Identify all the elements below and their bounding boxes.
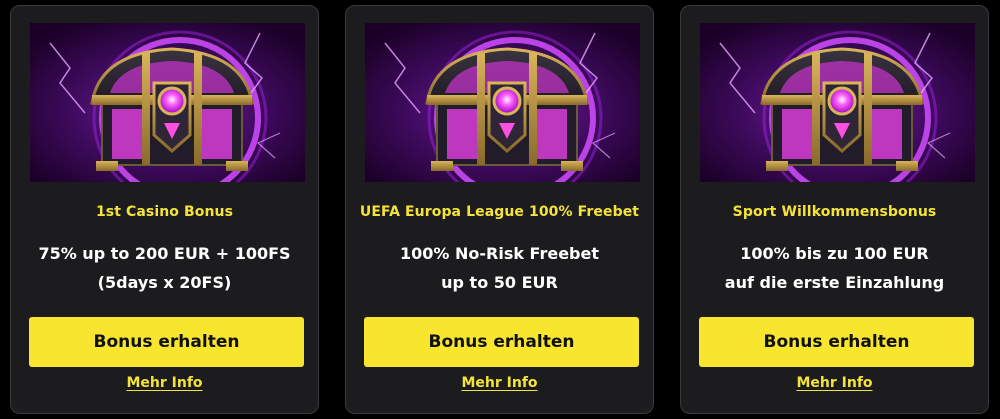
bonus-description-line: (5days x 20FS) bbox=[97, 273, 232, 292]
more-info-link[interactable]: Mehr Info bbox=[11, 375, 318, 391]
bonus-description-line: up to 50 EUR bbox=[441, 273, 558, 292]
bonus-card-title: 1st Casino Bonus bbox=[95, 204, 234, 220]
more-info-link[interactable]: Mehr Info bbox=[346, 375, 653, 391]
bonus-card-description: 100% bis zu 100 EUR auf die erste Einzah… bbox=[681, 239, 988, 297]
bonus-card-sport-welcome: Sport Willkommensbonus 100% bis zu 100 E… bbox=[680, 5, 989, 414]
bonus-description-line: 75% up to 200 EUR + 100FS bbox=[38, 244, 291, 263]
treasure-chest-icon bbox=[30, 23, 305, 182]
get-bonus-button[interactable]: Bonus erhalten bbox=[364, 317, 639, 367]
bonus-card-casino: 1st Casino Bonus 75% up to 200 EUR + 100… bbox=[10, 5, 319, 414]
treasure-chest-icon bbox=[365, 23, 640, 182]
get-bonus-button[interactable]: Bonus erhalten bbox=[29, 317, 304, 367]
bonus-card-description: 75% up to 200 EUR + 100FS (5days x 20FS) bbox=[11, 239, 318, 297]
bonus-card-title: Sport Willkommensbonus bbox=[732, 204, 937, 220]
bonus-card-europa-league: UEFA Europa League 100% Freebet 100% No-… bbox=[345, 5, 654, 414]
bonus-card-description: 100% No-Risk Freebet up to 50 EUR bbox=[346, 239, 653, 297]
bonus-card-title: UEFA Europa League 100% Freebet bbox=[359, 204, 640, 220]
bonus-offers-page: 1st Casino Bonus 75% up to 200 EUR + 100… bbox=[0, 0, 1000, 419]
bonus-description-line: auf die erste Einzahlung bbox=[724, 273, 945, 292]
more-info-link[interactable]: Mehr Info bbox=[681, 375, 988, 391]
get-bonus-button[interactable]: Bonus erhalten bbox=[699, 317, 974, 367]
bonus-description-line: 100% bis zu 100 EUR bbox=[740, 244, 929, 263]
bonus-description-line: 100% No-Risk Freebet bbox=[399, 244, 599, 263]
treasure-chest-icon bbox=[700, 23, 975, 182]
